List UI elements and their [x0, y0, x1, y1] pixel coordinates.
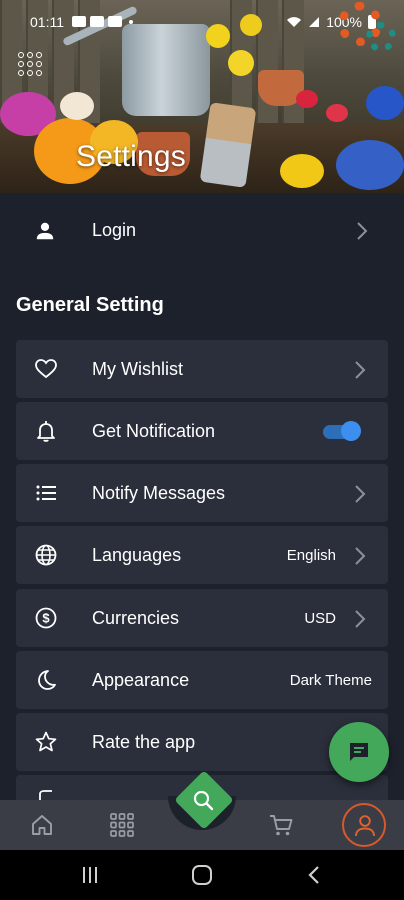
- setting-label: Appearance: [92, 670, 190, 690]
- flower-decoration: [366, 86, 404, 120]
- profile-button[interactable]: [342, 803, 386, 847]
- setting-appearance[interactable]: Appearance Dark Theme: [16, 651, 388, 709]
- globe-icon: [35, 544, 57, 566]
- list-icon: [36, 485, 56, 501]
- chevron-right-icon: [357, 222, 368, 240]
- signal-icon: [309, 17, 320, 27]
- setting-label: Notify Messages: [92, 483, 226, 503]
- youtube-icon: [90, 16, 104, 27]
- wifi-icon: [287, 17, 302, 27]
- home-icon[interactable]: [29, 812, 55, 838]
- more-notifications-icon: [129, 20, 133, 24]
- setting-value: Dark Theme: [289, 672, 372, 689]
- flower-decoration: [336, 140, 404, 190]
- star-icon: [35, 731, 57, 752]
- notification-icons: [72, 16, 133, 27]
- dollar-icon: $: [35, 607, 57, 629]
- svg-text:$: $: [42, 611, 50, 626]
- flower-decoration: [296, 90, 318, 108]
- system-navigation-bar: [0, 850, 404, 900]
- chevron-right-icon: [355, 547, 366, 565]
- cart-icon[interactable]: [268, 812, 294, 838]
- back-icon[interactable]: [306, 865, 322, 885]
- flower-decoration: [280, 154, 324, 188]
- section-title: General Setting: [16, 294, 164, 316]
- setting-my-wishlist[interactable]: My Wishlist: [16, 340, 388, 398]
- setting-label: Currencies: [92, 608, 180, 628]
- status-time: 01:11: [30, 14, 64, 30]
- notification-toggle[interactable]: [323, 421, 361, 441]
- setting-get-notification: Get Notification: [16, 402, 388, 460]
- login-row[interactable]: Login: [0, 200, 404, 264]
- setting-label: My Wishlist: [92, 359, 183, 379]
- chevron-right-icon: [355, 485, 366, 503]
- chat-button[interactable]: [329, 722, 389, 782]
- setting-label: Rate the app: [92, 732, 196, 752]
- chevron-right-icon: [355, 610, 366, 628]
- flower-decoration: [60, 92, 94, 120]
- chevron-right-icon: [355, 361, 366, 379]
- setting-languages[interactable]: Languages English: [16, 526, 388, 584]
- bell-icon: [37, 421, 55, 442]
- flower-decoration: [228, 50, 254, 76]
- recent-apps-icon[interactable]: [80, 865, 100, 885]
- chat-icon: [350, 743, 368, 761]
- page-title: Settings: [76, 140, 186, 173]
- setting-currencies[interactable]: $ Currencies USD: [16, 589, 388, 647]
- settings-gear-icon: [366, 22, 396, 52]
- heart-icon: [35, 359, 57, 379]
- notification-icon: [72, 16, 86, 27]
- login-label: Login: [92, 220, 137, 240]
- setting-value: USD: [304, 610, 336, 627]
- apps-grid-icon[interactable]: [18, 52, 42, 76]
- user-icon: [36, 222, 54, 240]
- profile-icon: [355, 815, 375, 837]
- categories-icon[interactable]: [109, 812, 135, 838]
- setting-label: Languages: [92, 545, 182, 565]
- toggle-knob: [341, 421, 361, 441]
- setting-label: Get Notification: [92, 421, 216, 441]
- setting-notify-messages[interactable]: Notify Messages: [16, 464, 388, 522]
- moon-icon: [38, 670, 56, 690]
- gallery-icon: [108, 16, 122, 27]
- setting-value: English: [286, 547, 336, 564]
- search-icon: [193, 790, 214, 811]
- home-button-icon[interactable]: [191, 865, 213, 885]
- flower-decoration: [326, 104, 348, 122]
